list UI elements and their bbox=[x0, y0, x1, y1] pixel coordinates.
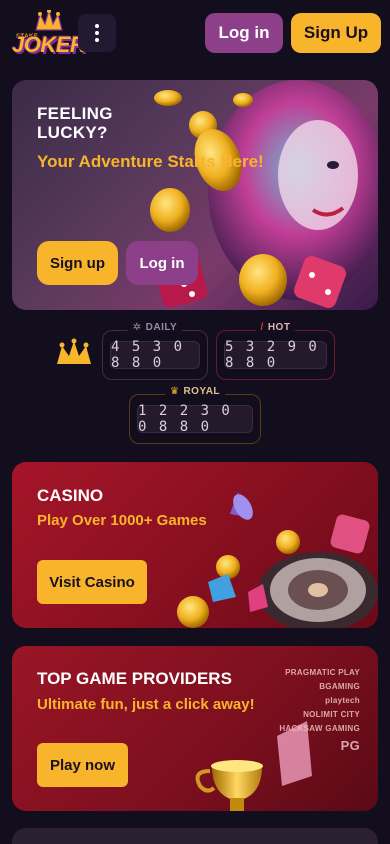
provider-logo[interactable]: PG bbox=[341, 738, 360, 753]
header-login-button[interactable]: Log in bbox=[205, 13, 283, 53]
hero-banner: FEELING LUCKY? Your Adventure Starts Her… bbox=[12, 80, 378, 310]
visit-casino-button[interactable]: Visit Casino bbox=[37, 560, 147, 604]
jackpot-daily-value: 4 5 3 0 8 8 0 bbox=[110, 339, 200, 371]
top-header: STAKE JOKER Log in Sign Up bbox=[0, 0, 390, 66]
jester-crown-icon bbox=[35, 10, 63, 31]
provider-logo[interactable]: NOLIMIT CITY bbox=[303, 710, 360, 719]
hero-login-button[interactable]: Log in bbox=[126, 241, 198, 285]
app-root: STAKE JOKER Log in Sign Up FEELING LUCKY… bbox=[0, 0, 390, 844]
header-signup-button[interactable]: Sign Up bbox=[291, 13, 381, 53]
providers-subtitle: Ultimate fun, just a click away! bbox=[37, 696, 255, 713]
top-providers-card[interactable]: TOP GAME PROVIDERS Ultimate fun, just a … bbox=[12, 646, 378, 811]
play-now-button[interactable]: Play now bbox=[37, 743, 128, 787]
next-card-peek bbox=[12, 828, 378, 844]
hero-signup-button[interactable]: Sign up bbox=[37, 241, 118, 285]
more-vertical-icon bbox=[95, 24, 99, 28]
hero-title: FEELING LUCKY? bbox=[37, 104, 113, 142]
logo-main-text: JOKER bbox=[12, 32, 86, 57]
flame-icon: / bbox=[260, 322, 264, 333]
gear-icon: ✲ bbox=[132, 322, 142, 333]
jackpot-hot-value: 5 3 2 9 0 8 8 0 bbox=[224, 339, 327, 371]
casino-card[interactable]: CASINO Play Over 1000+ Games Visit Casin… bbox=[12, 462, 378, 628]
jackpot-royal: ♛ ROYAL 1 2 2 3 0 0 8 8 0 bbox=[129, 386, 261, 444]
roulette-rocket-illustration bbox=[177, 492, 378, 628]
provider-logo[interactable]: PRAGMATIC PLAY bbox=[285, 668, 360, 677]
provider-logo[interactable]: playtech bbox=[325, 696, 360, 705]
jackpot-hot: / HOT 5 3 2 9 0 8 8 0 bbox=[216, 322, 335, 380]
casino-subtitle: Play Over 1000+ Games bbox=[37, 512, 207, 529]
provider-logo[interactable]: HACKSAW GAMING bbox=[279, 724, 360, 733]
jackpot-royal-label: ROYAL bbox=[183, 386, 221, 397]
casino-title: CASINO bbox=[37, 486, 104, 505]
more-menu-button[interactable] bbox=[78, 14, 116, 52]
jackpot-daily: ✲ DAILY 4 5 3 0 8 8 0 bbox=[102, 322, 208, 380]
jackpot-daily-label: DAILY bbox=[145, 322, 178, 333]
providers-title: TOP GAME PROVIDERS bbox=[37, 669, 232, 688]
jester-crown-icon bbox=[57, 338, 91, 364]
jackpot-royal-value: 1 2 2 3 0 0 8 8 0 bbox=[137, 403, 253, 435]
hero-subtitle: Your Adventure Starts Here! bbox=[37, 152, 264, 171]
provider-logos: PRAGMATIC PLAY BGAMING playtech NOLIMIT … bbox=[279, 668, 360, 753]
provider-logo[interactable]: BGAMING bbox=[319, 682, 360, 691]
jackpot-hot-label: HOT bbox=[267, 322, 291, 333]
crown-icon: ♛ bbox=[169, 386, 180, 397]
stake-joker-logo[interactable]: STAKE JOKER bbox=[10, 8, 86, 60]
